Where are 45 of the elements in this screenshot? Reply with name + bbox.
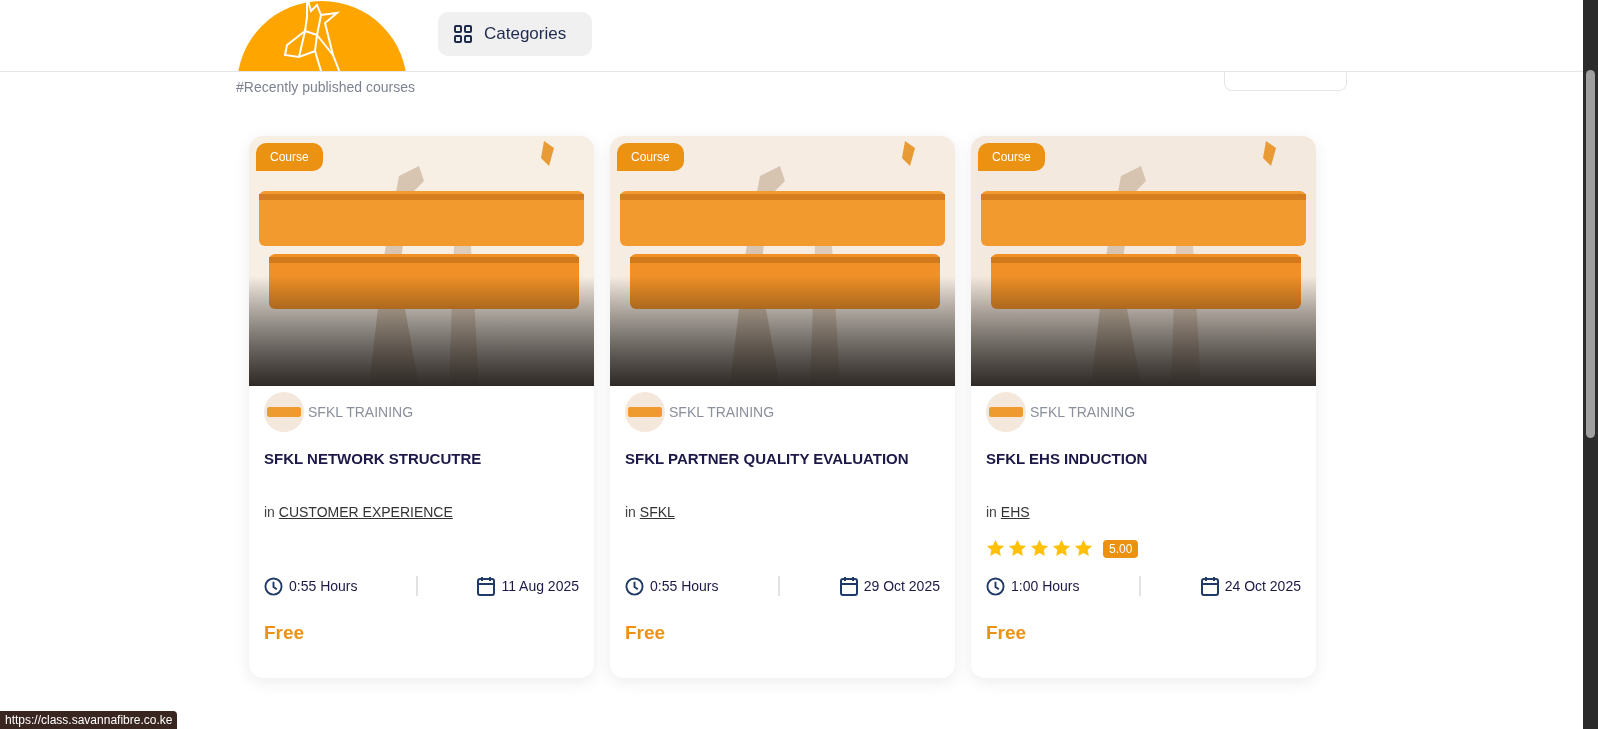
clock-icon <box>625 576 644 596</box>
status-url: https://class.savannafibre.co.ke <box>0 711 178 729</box>
outline-button[interactable] <box>1224 72 1347 91</box>
avatar <box>625 392 665 432</box>
course-price: Free <box>625 622 667 644</box>
star-icon <box>1052 539 1071 557</box>
course-date: 11 Aug 2025 <box>501 578 579 594</box>
star-icon <box>1074 539 1093 557</box>
clock-icon <box>986 576 1005 596</box>
course-duration: 0:55 Hours <box>289 578 358 594</box>
calendar-icon <box>1200 576 1219 596</box>
section-subtitle: #Recently published courses <box>236 79 415 95</box>
course-title[interactable]: SFKL EHS INDUCTION <box>986 448 1301 470</box>
course-price: Free <box>986 622 1028 644</box>
category-link[interactable]: SFKL <box>639 504 675 520</box>
course-badge: Course <box>978 143 1045 171</box>
calendar-icon <box>839 576 858 596</box>
course-badge: Course <box>256 143 323 171</box>
category-link[interactable]: EHS <box>1000 504 1030 520</box>
avatar <box>264 392 304 432</box>
course-date: 29 Oct 2025 <box>863 578 940 594</box>
course-title[interactable]: SFKL PARTNER QUALITY EVALUATION <box>625 448 940 470</box>
category-link[interactable]: CUSTOMER EXPERIENCE <box>278 504 453 520</box>
course-badge: Course <box>617 143 684 171</box>
author-name: SFKL TRAINING <box>669 404 775 420</box>
avatar <box>986 392 1026 432</box>
categories-button[interactable]: Categories <box>438 11 593 56</box>
star-icon <box>1030 539 1049 557</box>
scrollbar-thumb[interactable] <box>1586 70 1595 438</box>
course-title[interactable]: SFKL NETWORK STRUCUTRE <box>264 448 579 470</box>
calendar-icon <box>477 576 496 596</box>
author-name: SFKL TRAINING <box>308 404 414 420</box>
course-category: in CUSTOMER EXPERIENCE <box>264 503 454 522</box>
course-category: in EHS <box>986 503 1031 522</box>
course-duration: 0:55 Hours <box>650 578 719 594</box>
clock-icon <box>264 576 283 596</box>
rating-value: 5.00 <box>1103 540 1139 558</box>
grid-icon <box>454 24 472 43</box>
star-icon <box>986 539 1005 557</box>
star-icon <box>1008 539 1027 557</box>
course-date: 24 Oct 2025 <box>1224 578 1301 594</box>
author-name: SFKL TRAINING <box>1030 404 1136 420</box>
course-category: in SFKL <box>625 503 676 522</box>
course-duration: 1:00 Hours <box>1011 578 1080 594</box>
course-price: Free <box>264 622 306 644</box>
